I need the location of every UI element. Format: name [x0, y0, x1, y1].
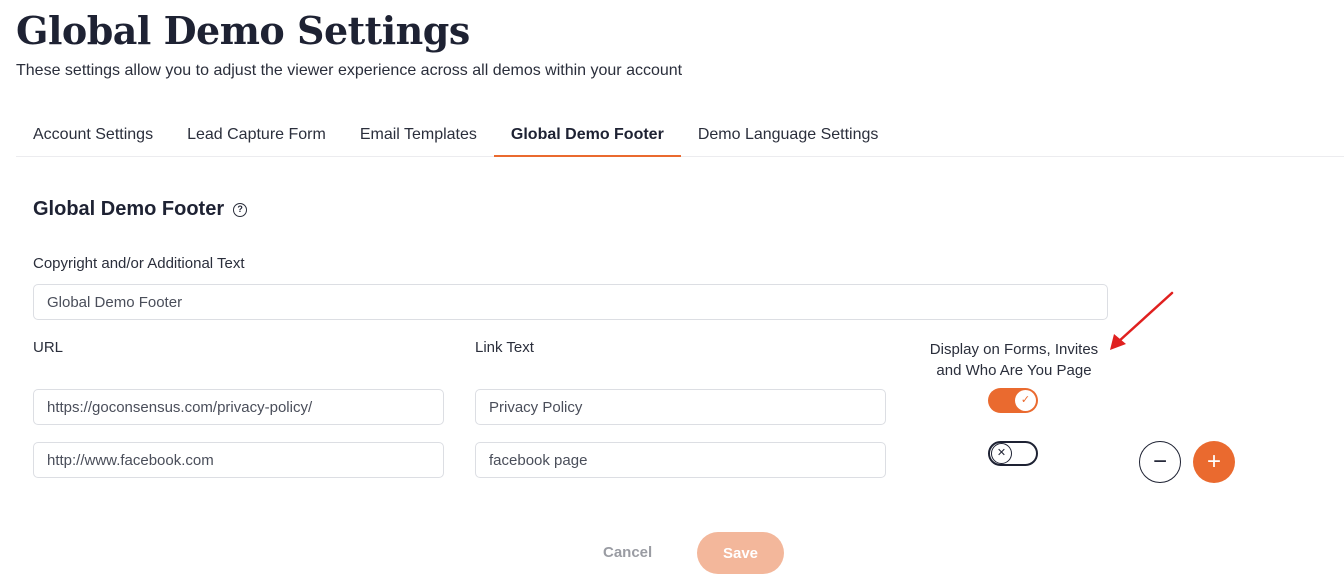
display-toggle-1[interactable]: ✓	[988, 388, 1038, 413]
minus-icon: −	[1152, 448, 1167, 475]
remove-row-button[interactable]: −	[1139, 441, 1181, 483]
help-icon[interactable]: ?	[233, 202, 248, 217]
display-column-label: Display on Forms, Invites and Who Are Yo…	[914, 339, 1114, 381]
settings-tabs: Account Settings Lead Capture Form Email…	[16, 116, 1344, 157]
page-title: Global Demo Settings	[16, 8, 470, 53]
page-subtitle: These settings allow you to adjust the v…	[16, 62, 683, 79]
add-row-button[interactable]: +	[1193, 441, 1235, 483]
plus-icon: +	[1206, 448, 1221, 475]
x-icon: ✕	[991, 443, 1012, 464]
section-title-text: Global Demo Footer	[33, 198, 225, 220]
display-toggle-2[interactable]: ✕	[988, 441, 1038, 466]
tab-global-demo-footer[interactable]: Global Demo Footer	[493, 116, 681, 157]
url-input-2[interactable]	[33, 442, 444, 478]
annotation-arrow-icon	[1110, 291, 1174, 350]
link-text-column-label: Link Text	[475, 339, 534, 356]
cancel-button[interactable]: Cancel	[603, 544, 652, 561]
tab-lead-capture-form[interactable]: Lead Capture Form	[170, 116, 343, 157]
check-icon: ✓	[1015, 390, 1036, 411]
copyright-input[interactable]	[33, 284, 1108, 320]
copyright-label: Copyright and/or Additional Text	[33, 255, 245, 272]
tab-email-templates[interactable]: Email Templates	[343, 116, 494, 157]
display-label-line1: Display on Forms, Invites	[929, 341, 1099, 358]
display-label-line2: and Who Are You Page	[936, 362, 1092, 379]
url-input-1[interactable]	[33, 389, 444, 425]
tab-demo-language-settings[interactable]: Demo Language Settings	[681, 116, 896, 157]
tab-account-settings[interactable]: Account Settings	[16, 116, 170, 157]
section-title: Global Demo Footer ?	[33, 198, 248, 221]
url-column-label: URL	[33, 339, 64, 356]
link-text-input-1[interactable]	[475, 389, 886, 425]
save-button[interactable]: Save	[697, 532, 784, 574]
link-text-input-2[interactable]	[475, 442, 886, 478]
